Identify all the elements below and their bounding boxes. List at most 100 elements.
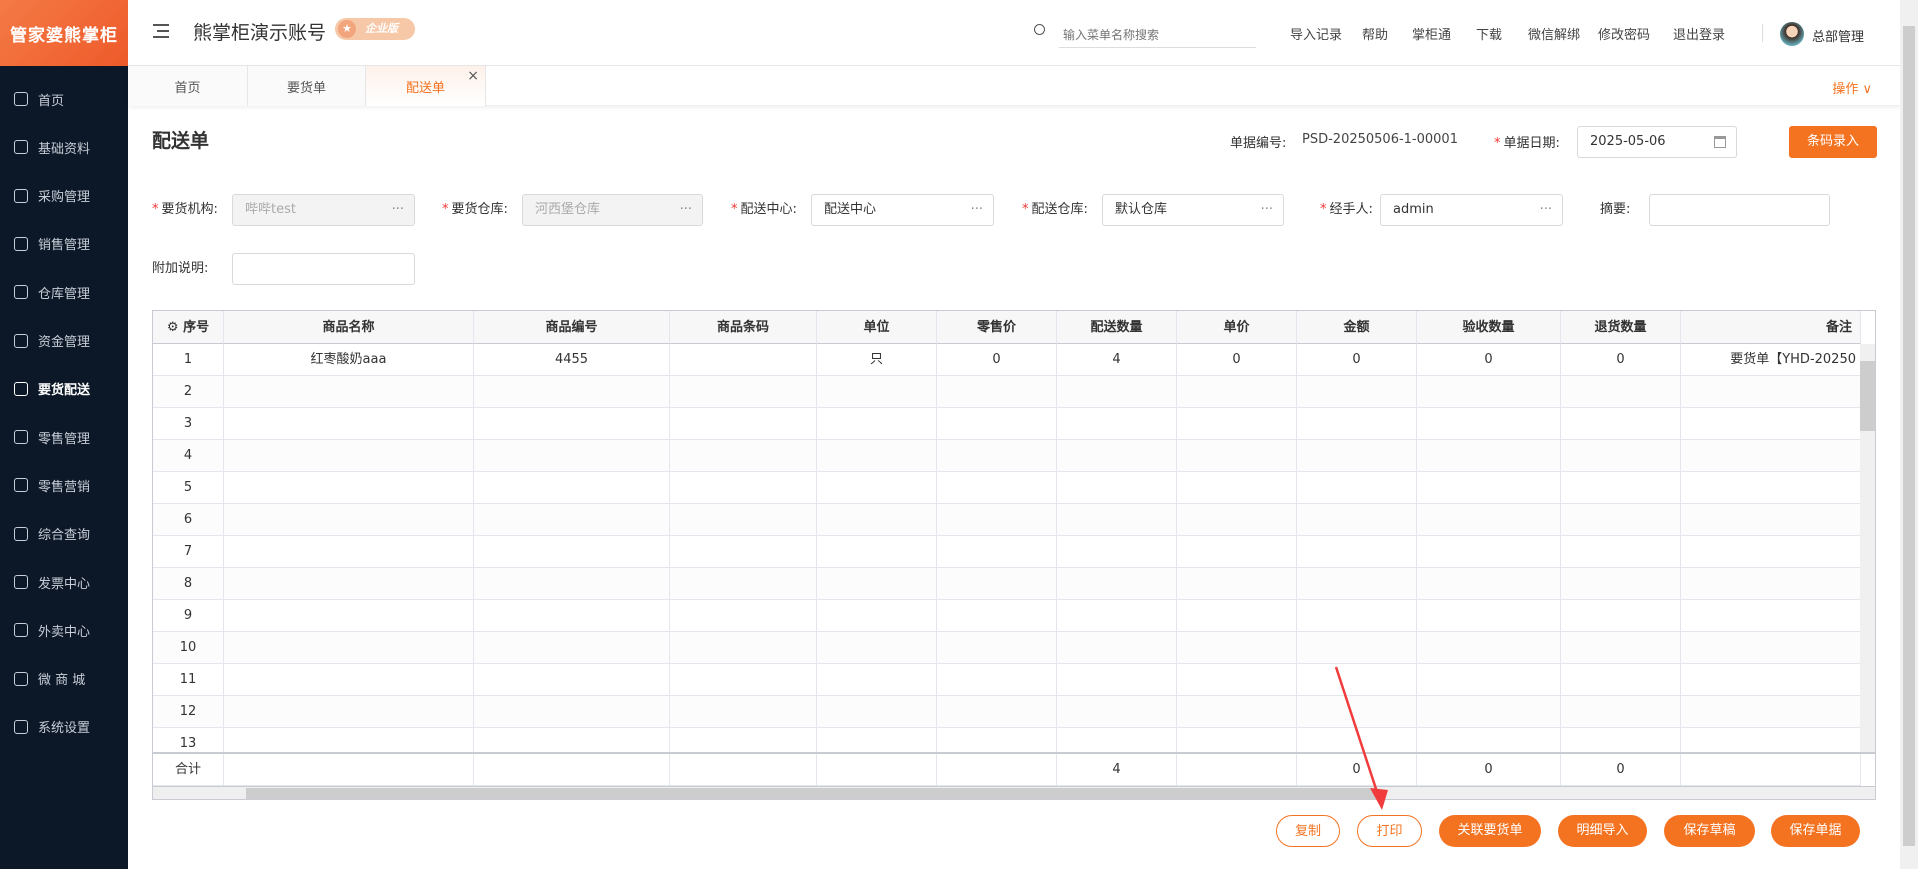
table-cell[interactable]: 0 (937, 344, 1057, 376)
more-icon[interactable]: ··· (392, 195, 404, 225)
table-cell[interactable] (937, 664, 1057, 696)
sidebar-item[interactable]: 零售管理 (0, 415, 128, 459)
sidebar-item[interactable]: 综合查询 (0, 512, 128, 556)
table-cell[interactable] (1681, 408, 1861, 440)
table-cell[interactable]: 4 (1057, 344, 1177, 376)
table-cell[interactable] (1417, 664, 1561, 696)
table-cell[interactable] (224, 472, 474, 504)
table-cell[interactable] (1297, 376, 1417, 408)
table-cell[interactable] (474, 664, 670, 696)
table-cell[interactable]: 只 (817, 344, 937, 376)
table-cell[interactable] (1681, 504, 1861, 536)
table-cell[interactable] (224, 408, 474, 440)
table-cell[interactable]: 0 (1561, 344, 1681, 376)
table-cell[interactable] (1561, 600, 1681, 632)
table-cell[interactable]: 4455 (474, 344, 670, 376)
table-cell[interactable] (1057, 536, 1177, 568)
table-cell[interactable] (817, 376, 937, 408)
field-input[interactable] (1649, 194, 1830, 226)
table-cell[interactable] (670, 344, 817, 376)
table-cell[interactable] (1297, 504, 1417, 536)
table-cell[interactable] (1057, 568, 1177, 600)
table-cell[interactable] (1417, 536, 1561, 568)
table-cell[interactable] (1177, 408, 1297, 440)
more-icon[interactable]: ··· (971, 195, 983, 225)
more-icon[interactable]: ··· (1261, 195, 1273, 225)
table-cell[interactable] (817, 440, 937, 472)
table-cell[interactable] (1057, 472, 1177, 504)
import-details-button[interactable]: 明细导入 (1558, 815, 1647, 847)
table-cell[interactable] (1681, 536, 1861, 568)
table-cell[interactable] (1177, 632, 1297, 664)
barcode-entry-button[interactable]: 条码录入 (1789, 126, 1877, 158)
header-link[interactable]: 微信解绑 (1528, 24, 1580, 43)
sidebar-item[interactable]: 仓库管理 (0, 270, 128, 314)
table-cell[interactable] (670, 408, 817, 440)
table-cell[interactable] (474, 600, 670, 632)
table-cell[interactable] (1177, 504, 1297, 536)
table-cell[interactable] (937, 600, 1057, 632)
table-cell[interactable] (937, 408, 1057, 440)
table-cell[interactable] (937, 472, 1057, 504)
sidebar-item[interactable]: 采购管理 (0, 174, 128, 218)
table-cell[interactable] (670, 376, 817, 408)
table-cell[interactable] (1177, 376, 1297, 408)
table-cell[interactable] (937, 536, 1057, 568)
table-cell[interactable] (1561, 440, 1681, 472)
table-cell[interactable] (1417, 376, 1561, 408)
vertical-scroll-thumb[interactable] (1860, 361, 1875, 431)
table-cell[interactable] (474, 632, 670, 664)
date-picker[interactable]: 2025-05-06 (1577, 126, 1737, 158)
table-cell[interactable] (670, 504, 817, 536)
menu-search-input[interactable] (1059, 22, 1256, 48)
table-cell[interactable] (817, 632, 937, 664)
table-cell[interactable] (937, 632, 1057, 664)
menu-toggle-icon[interactable] (153, 24, 169, 38)
field-input[interactable]: 配送中心 ··· (811, 194, 994, 226)
table-cell[interactable] (1177, 600, 1297, 632)
table-cell[interactable] (670, 536, 817, 568)
table-cell[interactable] (1561, 632, 1681, 664)
table-cell[interactable] (1681, 632, 1861, 664)
sidebar-item[interactable]: 微 商 城 (0, 657, 128, 701)
table-cell[interactable] (1561, 664, 1681, 696)
sidebar-item[interactable]: 基础资料 (0, 125, 128, 169)
user-name[interactable]: 总部管理 (1812, 26, 1864, 45)
table-cell[interactable] (224, 568, 474, 600)
table-cell[interactable] (1417, 600, 1561, 632)
sidebar-item[interactable]: 发票中心 (0, 560, 128, 604)
table-cell[interactable] (1561, 504, 1681, 536)
table-cell[interactable] (1681, 568, 1861, 600)
table-cell[interactable] (670, 664, 817, 696)
header-link[interactable]: 下载 (1476, 24, 1502, 43)
more-icon[interactable]: ··· (680, 195, 692, 225)
sidebar-item[interactable]: 系统设置 (0, 705, 128, 749)
table-cell[interactable] (224, 600, 474, 632)
table-cell[interactable] (1177, 536, 1297, 568)
table-cell[interactable] (670, 696, 817, 728)
table-cell[interactable] (817, 504, 937, 536)
table-cell[interactable] (937, 504, 1057, 536)
table-cell[interactable] (1177, 440, 1297, 472)
table-cell[interactable] (474, 440, 670, 472)
table-cell[interactable] (1417, 408, 1561, 440)
table-cell[interactable] (1057, 600, 1177, 632)
table-cell[interactable] (817, 696, 937, 728)
table-cell[interactable] (1057, 408, 1177, 440)
table-cell[interactable] (817, 600, 937, 632)
table-cell[interactable] (937, 376, 1057, 408)
table-cell[interactable] (1561, 568, 1681, 600)
sidebar-item[interactable]: 销售管理 (0, 222, 128, 266)
table-cell[interactable] (1561, 696, 1681, 728)
table-cell[interactable] (1681, 696, 1861, 728)
table-cell[interactable] (1297, 440, 1417, 472)
table-cell[interactable] (1681, 600, 1861, 632)
table-cell[interactable] (474, 472, 670, 504)
table-cell[interactable] (1057, 696, 1177, 728)
extra-note-input[interactable] (232, 253, 415, 285)
table-cell[interactable] (224, 376, 474, 408)
operations-dropdown[interactable]: 操作 ∨ (1832, 78, 1872, 97)
table-cell[interactable] (1561, 536, 1681, 568)
table-cell[interactable] (670, 440, 817, 472)
table-cell[interactable] (937, 568, 1057, 600)
